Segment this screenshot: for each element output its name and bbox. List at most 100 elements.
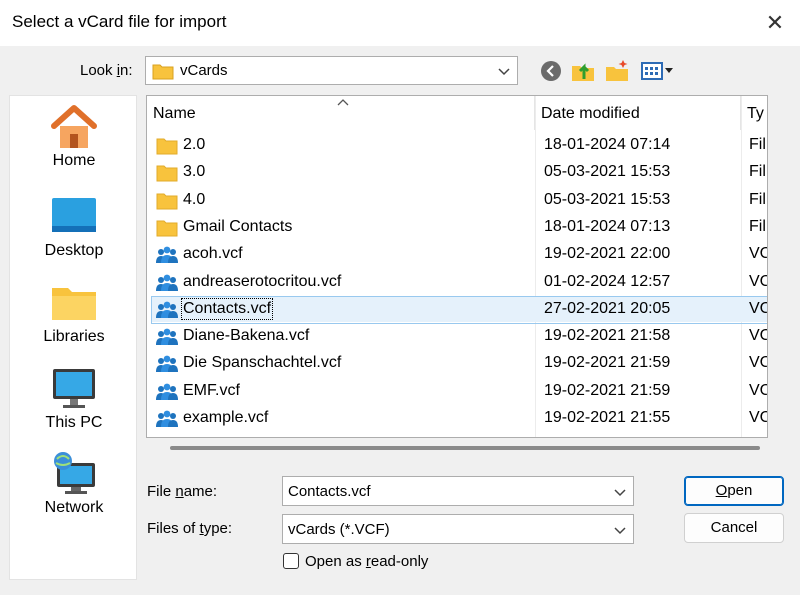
file-date: 18-01-2024 07:14 xyxy=(544,136,671,153)
vcard-contacts-icon xyxy=(156,355,178,373)
vcard-contacts-icon xyxy=(156,246,178,264)
libraries-icon xyxy=(52,288,96,320)
vcard-contacts-icon xyxy=(156,301,178,318)
file-date: 19-02-2021 21:55 xyxy=(544,409,671,426)
file-row[interactable]: Diane-Bakena.vcf 19-02-2021 21:58 VC xyxy=(151,323,767,349)
home-icon xyxy=(51,105,97,148)
file-row[interactable]: 3.0 05-03-2021 15:53 Fil xyxy=(151,159,767,185)
file-row[interactable]: 4.0 05-03-2021 15:53 Fil xyxy=(151,187,767,213)
place-label: Network xyxy=(44,499,104,516)
files-of-type-value: vCards (*.VCF) xyxy=(288,521,390,538)
close-button[interactable]: ✕ xyxy=(750,0,800,46)
file-type: Fil xyxy=(749,163,766,181)
cancel-button[interactable]: Cancel xyxy=(684,513,784,543)
folder-icon xyxy=(156,220,178,237)
chevron-down-icon xyxy=(614,489,626,497)
place-libraries[interactable]: Libraries xyxy=(10,280,138,346)
file-name: andreaserotocritou.vcf xyxy=(183,272,342,290)
place-label: Libraries xyxy=(43,328,105,345)
file-row[interactable]: EMF.vcf 19-02-2021 21:59 VC xyxy=(151,378,767,404)
file-type: Fil xyxy=(749,190,766,208)
file-name: 4.0 xyxy=(183,190,206,208)
desktop-icon xyxy=(52,198,96,232)
network-icon xyxy=(54,452,95,494)
view-menu-button[interactable] xyxy=(638,58,678,84)
file-name: acoh.vcf xyxy=(183,245,243,263)
vcard-contacts-icon xyxy=(156,328,178,346)
file-row[interactable]: Contacts.vcf 27-02-2021 20:05 VC xyxy=(151,295,767,324)
file-type: Fil xyxy=(749,136,766,153)
open-button[interactable]: Open xyxy=(684,476,784,506)
file-type: VC xyxy=(749,381,767,399)
back-button[interactable] xyxy=(538,58,564,84)
file-row[interactable]: 2.0 18-01-2024 07:14 Fil xyxy=(151,132,767,158)
place-desktop[interactable]: Desktop xyxy=(10,194,138,260)
close-icon: ✕ xyxy=(765,10,785,36)
place-home[interactable]: Home xyxy=(10,104,138,170)
new-folder-button[interactable] xyxy=(604,58,630,84)
file-row[interactable]: Die Spanschachtel.vcf 19-02-2021 21:59 VC xyxy=(151,350,767,376)
read-only-label[interactable]: Open as read-only xyxy=(305,553,428,570)
place-label: Desktop xyxy=(44,242,104,259)
file-row[interactable]: andreaserotocritou.vcf 01-02-2024 12:57 VC xyxy=(151,269,767,295)
file-type: VC xyxy=(749,354,767,372)
vcard-contacts-icon xyxy=(156,383,178,400)
read-only-checkbox[interactable] xyxy=(283,553,299,569)
file-list[interactable]: Name Date modified Ty 2.0 18-01-2024 07:1… xyxy=(146,95,768,438)
file-type: VC xyxy=(749,409,767,426)
file-name-label: File name: xyxy=(147,483,218,500)
folder-icon xyxy=(152,64,174,79)
file-name-value: Contacts.vcf xyxy=(288,483,371,500)
file-date: 19-02-2021 21:59 xyxy=(544,354,671,372)
file-date: 18-01-2024 07:13 xyxy=(544,217,671,235)
file-date: 01-02-2024 12:57 xyxy=(544,272,671,290)
column-header-name[interactable]: Name xyxy=(147,96,535,130)
chevron-down-icon xyxy=(614,527,626,535)
file-date: 05-03-2021 15:53 xyxy=(544,190,671,208)
file-name: 2.0 xyxy=(183,136,206,153)
file-name: Gmail Contacts xyxy=(183,217,293,235)
column-header-type[interactable]: Ty xyxy=(741,96,767,130)
file-name: 3.0 xyxy=(183,163,206,181)
file-type: VC xyxy=(749,272,767,290)
up-folder-button[interactable] xyxy=(570,58,596,84)
file-name: EMF.vcf xyxy=(183,381,240,399)
file-row[interactable]: Gmail Contacts 18-01-2024 07:13 Fil xyxy=(151,214,767,240)
file-date: 27-02-2021 20:05 xyxy=(544,299,671,317)
file-date: 05-03-2021 15:53 xyxy=(544,163,671,181)
file-type: Fil xyxy=(749,217,766,235)
view-menu-icon xyxy=(641,62,673,80)
new-folder-icon xyxy=(606,60,628,81)
look-in-label: Look in: xyxy=(80,62,133,79)
place-this-pc[interactable]: This PC xyxy=(10,366,138,432)
this-pc-icon xyxy=(53,369,95,408)
place-network[interactable]: Network xyxy=(10,451,138,517)
place-label: This PC xyxy=(45,414,103,431)
folder-icon xyxy=(156,193,178,210)
file-type: VC xyxy=(749,327,767,345)
vcard-contacts-icon xyxy=(156,410,178,427)
file-type: VC xyxy=(749,245,767,263)
look-in-combo[interactable]: vCards xyxy=(145,56,518,85)
folder-icon xyxy=(156,165,178,182)
places-bar: Home Desktop Libraries This PC Network xyxy=(9,95,137,580)
file-name: Contacts.vcf xyxy=(180,297,274,320)
column-header-date[interactable]: Date modified xyxy=(535,96,741,130)
files-of-type-label: Files of type: xyxy=(147,520,233,537)
dialog-title: Select a vCard file for import xyxy=(12,12,227,31)
file-name: example.vcf xyxy=(183,409,269,426)
up-folder-icon xyxy=(572,63,594,81)
file-name: Die Spanschachtel.vcf xyxy=(183,354,342,372)
file-name: Diane-Bakena.vcf xyxy=(183,327,310,345)
folder-icon xyxy=(156,138,178,155)
files-of-type-combo[interactable]: vCards (*.VCF) xyxy=(282,514,634,544)
file-date: 19-02-2021 22:00 xyxy=(544,245,671,263)
look-in-value: vCards xyxy=(180,62,228,79)
file-row[interactable]: acoh.vcf 19-02-2021 22:00 VC xyxy=(151,241,767,267)
title-bar: Select a vCard file for import ✕ xyxy=(0,0,800,46)
file-row[interactable]: example.vcf 19-02-2021 21:55 VC xyxy=(151,405,767,431)
horizontal-scrollbar[interactable] xyxy=(170,446,760,450)
chevron-down-icon xyxy=(498,68,510,76)
file-name-combo[interactable]: Contacts.vcf xyxy=(282,476,634,506)
file-type: VC xyxy=(749,299,767,317)
